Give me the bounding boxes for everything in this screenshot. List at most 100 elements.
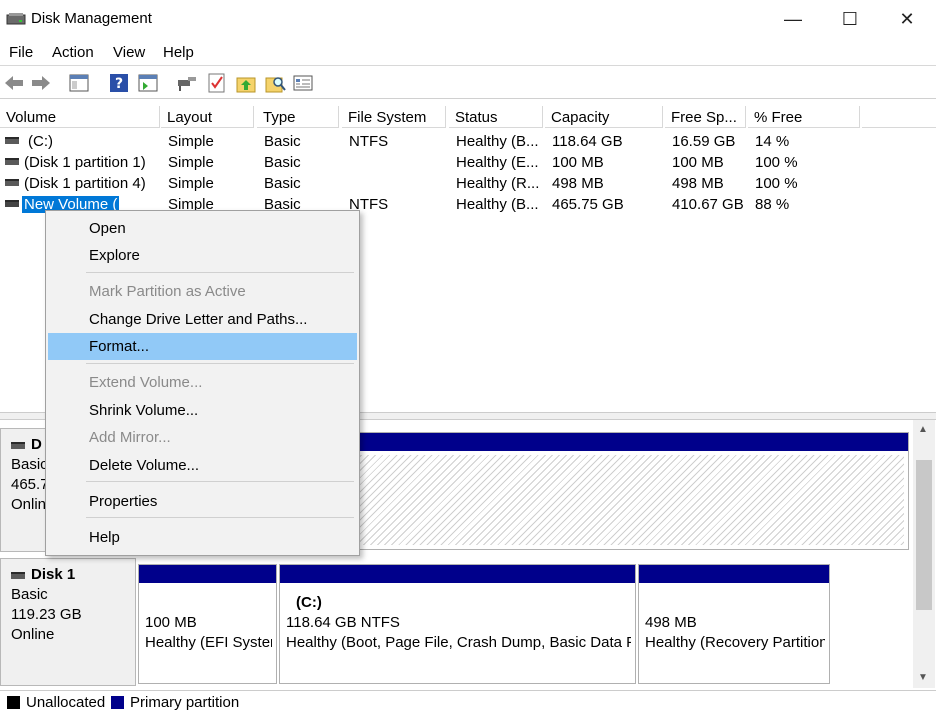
column-header-status[interactable]: Status (449, 106, 543, 128)
volume-icon (5, 179, 19, 186)
volume-capacity: 465.75 GB (552, 196, 624, 213)
column-header-free-space[interactable]: Free Sp... (665, 106, 746, 128)
minimize-button[interactable]: — (764, 0, 822, 38)
menu-item-extend-volume: Extend Volume... (89, 374, 203, 391)
column-header-file-system[interactable]: File System (342, 106, 446, 128)
disk1-status: Online (11, 626, 55, 643)
details-view-icon[interactable] (292, 72, 314, 94)
volume-row-c[interactable]: (C:) Simple Basic NTFS Healthy (B... 118… (0, 132, 936, 153)
disk1-label[interactable]: Disk 1 Basic 119.23 GB Online (0, 558, 136, 686)
legend-bar: Unallocated Primary partition (0, 690, 936, 713)
volume-capacity: 100 MB (552, 154, 604, 171)
volume-percent-free: 88 % (755, 196, 790, 213)
volume-icon (5, 158, 19, 165)
partition-bar (139, 565, 276, 583)
volume-free-space: 498 MB (672, 175, 724, 192)
context-menu: Open Explore Mark Partition as Active Ch… (45, 210, 360, 556)
connect-icon[interactable] (176, 72, 198, 94)
help-icon[interactable]: ? (108, 72, 130, 94)
disk1-type: Basic (11, 586, 48, 603)
legend-primary-partition: Primary partition (130, 694, 240, 711)
scrollbar-thumb[interactable] (916, 460, 932, 610)
menu-item-change-drive-letter[interactable]: Change Drive Letter and Paths... (48, 306, 357, 333)
menu-item-explore[interactable]: Explore (48, 242, 357, 269)
volume-layout: Simple (168, 175, 214, 192)
disk1-name: Disk 1 (31, 566, 76, 583)
disk1-size: 119.23 GB (11, 606, 82, 623)
volume-capacity: 118.64 GB (552, 133, 623, 150)
volume-row-disk1-partition4[interactable]: (Disk 1 partition 4) Simple Basic Health… (0, 174, 936, 195)
volume-type: Basic (264, 154, 301, 171)
column-header-volume[interactable]: Volume (0, 106, 160, 128)
menu-help[interactable]: Help (163, 44, 194, 61)
partition-status: Healthy (Boot, Page File, Crash Dump, Ba… (286, 634, 631, 651)
volume-capacity: 498 MB (552, 175, 604, 192)
volume-status: Healthy (B... (456, 196, 539, 213)
column-header-empty (862, 106, 936, 128)
back-arrow-icon[interactable] (3, 72, 25, 94)
partition-status: Healthy (EFI System Partition) (145, 634, 272, 651)
volume-status: Healthy (R... (456, 175, 540, 192)
column-header-type[interactable]: Type (257, 106, 339, 128)
search-folder-icon[interactable] (264, 72, 286, 94)
forward-arrow-icon[interactable] (30, 72, 52, 94)
volume-icon (5, 137, 19, 144)
partition-title: (C:) (296, 594, 322, 611)
column-header-layout[interactable]: Layout (161, 106, 254, 128)
maximize-button[interactable]: ☐ (821, 0, 879, 38)
scroll-down-icon[interactable]: ▼ (918, 672, 928, 683)
volume-free-space: 16.59 GB (672, 133, 736, 150)
primary-partition-swatch (111, 696, 124, 709)
disk1-c-partition[interactable]: (C:) 118.64 GB NTFS Healthy (Boot, Page … (279, 564, 636, 684)
volume-status: Healthy (E... (456, 154, 539, 171)
disk-management-icon (6, 13, 26, 25)
volume-name: (C:) (28, 133, 53, 150)
legend-unallocated: Unallocated (26, 694, 106, 711)
partition-size: 118.64 GB NTFS (286, 614, 400, 631)
menu-bar: File Action View Help (0, 40, 936, 66)
volume-layout: Simple (168, 154, 214, 171)
title-bar: Disk Management — ☐ ✕ (0, 0, 936, 38)
scroll-up-icon[interactable]: ▲ (918, 424, 928, 435)
close-button[interactable]: ✕ (878, 0, 936, 38)
menu-item-shrink-volume[interactable]: Shrink Volume... (48, 397, 357, 424)
volume-row-disk1-partition1[interactable]: (Disk 1 partition 1) Simple Basic Health… (0, 153, 936, 174)
checklist-icon[interactable] (206, 72, 228, 94)
menu-item-delete-volume[interactable]: Delete Volume... (48, 452, 357, 479)
volume-name: (Disk 1 partition 1) (24, 154, 146, 171)
partition-bar (280, 565, 635, 583)
properties-pane-icon[interactable] (137, 72, 159, 94)
volume-name: (Disk 1 partition 4) (24, 175, 146, 192)
menu-view[interactable]: View (113, 44, 145, 61)
volume-status: Healthy (B... (456, 133, 539, 150)
toolbar: ? (0, 67, 936, 99)
volume-layout: Simple (168, 133, 214, 150)
disk0-name: D (31, 436, 42, 453)
menu-item-properties[interactable]: Properties (48, 488, 357, 515)
menu-item-open[interactable]: Open (48, 215, 357, 242)
up-folder-icon[interactable] (235, 72, 257, 94)
menu-action[interactable]: Action (52, 44, 94, 61)
menu-separator (86, 272, 354, 273)
menu-separator (86, 517, 354, 518)
svg-text:?: ? (115, 76, 123, 92)
volume-free-space: 410.67 GB (672, 196, 744, 213)
menu-separator (86, 363, 354, 364)
menu-item-help[interactable]: Help (48, 524, 357, 551)
volume-type: Basic (264, 133, 301, 150)
show-hide-console-tree-icon[interactable] (68, 72, 90, 94)
unallocated-swatch (7, 696, 20, 709)
menu-file[interactable]: File (9, 44, 33, 61)
disk1-recovery-partition[interactable]: 498 MB Healthy (Recovery Partition) (638, 564, 830, 684)
window-title: Disk Management (31, 10, 152, 27)
vertical-scrollbar[interactable]: ▲ ▼ (913, 420, 935, 688)
menu-item-format[interactable]: Format... (48, 333, 357, 360)
column-header-percent-free[interactable]: % Free (748, 106, 860, 128)
disk1-efi-partition[interactable]: 100 MB Healthy (EFI System Partition) (138, 564, 277, 684)
partition-size: 100 MB (145, 614, 197, 631)
volume-type: Basic (264, 175, 301, 192)
menu-item-add-mirror: Add Mirror... (89, 429, 171, 446)
partition-status: Healthy (Recovery Partition) (645, 634, 825, 651)
column-header-capacity[interactable]: Capacity (545, 106, 663, 128)
volume-file-system: NTFS (349, 133, 389, 150)
